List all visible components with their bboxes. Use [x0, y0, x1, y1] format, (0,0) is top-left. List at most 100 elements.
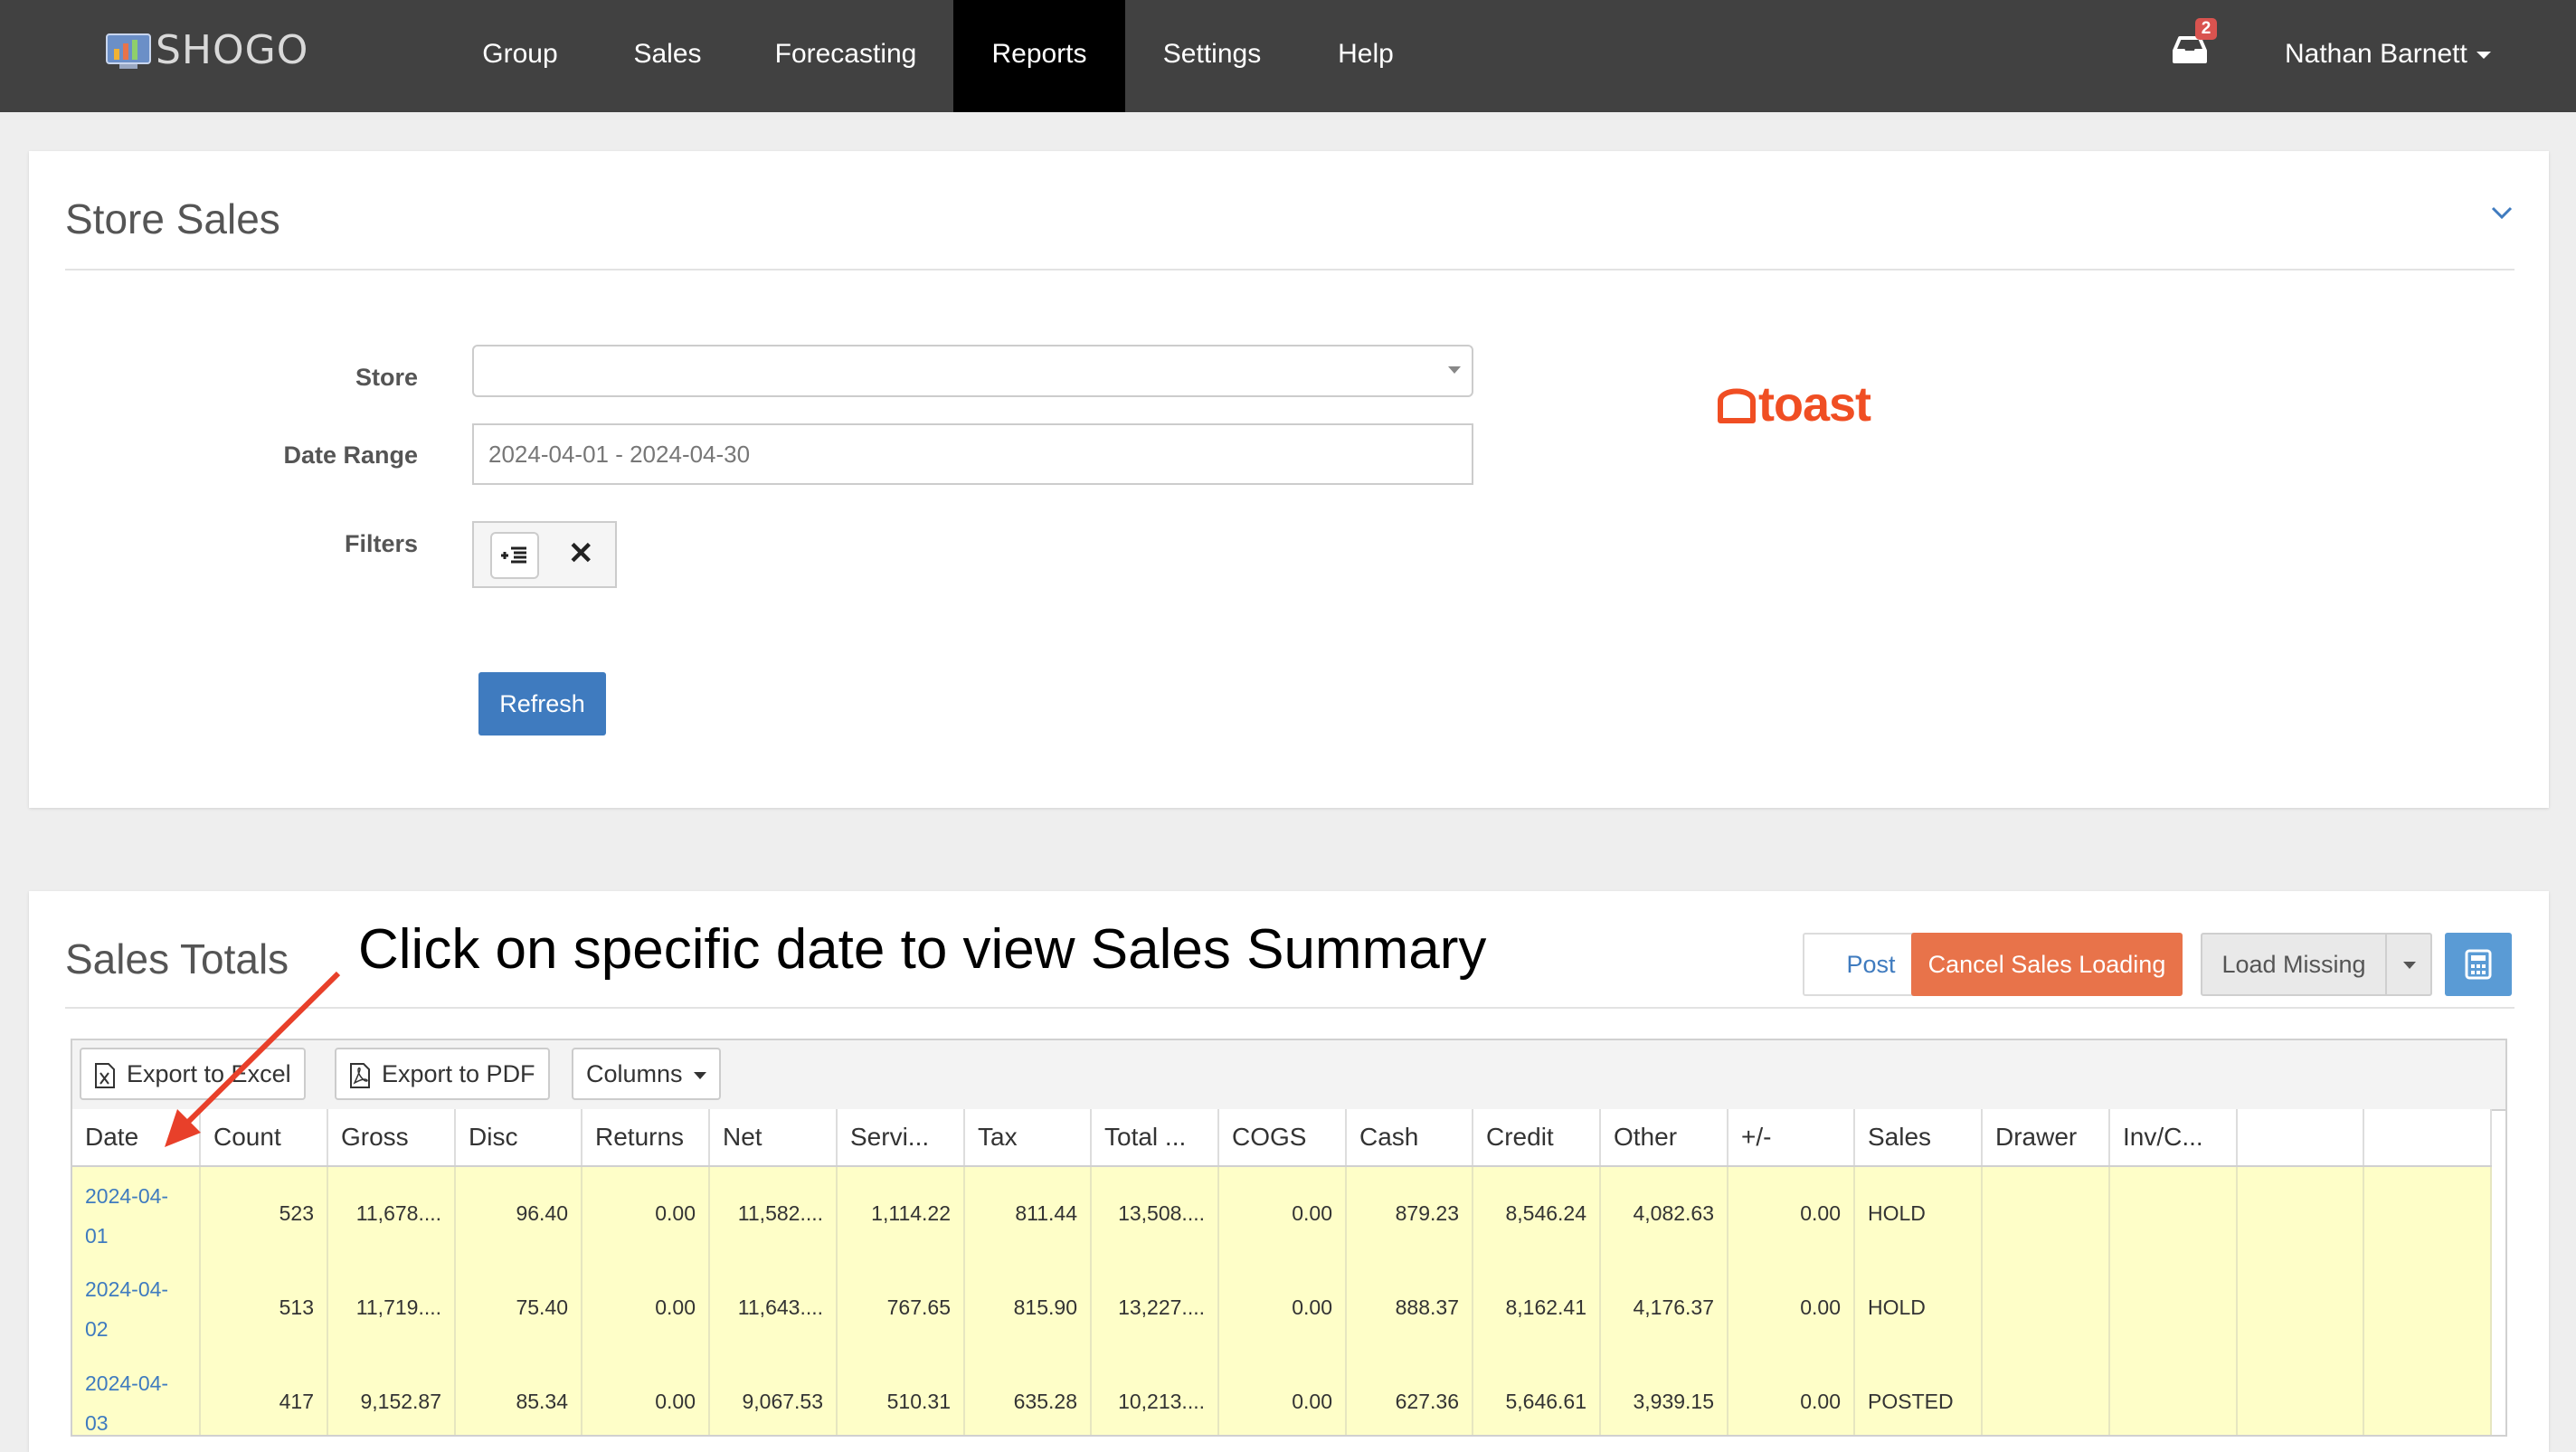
- table-cell: 1,114.22: [837, 1166, 964, 1260]
- calculator-button[interactable]: [2445, 933, 2512, 996]
- table-cell: 13,227....: [1091, 1260, 1218, 1354]
- export-excel-button[interactable]: Export to Excel: [80, 1048, 306, 1100]
- nav-group[interactable]: Group: [461, 0, 579, 112]
- divider: [65, 269, 2514, 270]
- table-cell: 5,646.61: [1473, 1354, 1600, 1437]
- table-cell: 888.37: [1346, 1260, 1473, 1354]
- toast-logo: toast: [1715, 376, 1870, 432]
- column-header-total[interactable]: Total ...: [1091, 1109, 1218, 1166]
- column-header-tax[interactable]: Tax: [964, 1109, 1091, 1166]
- table-cell: 0.00: [1728, 1166, 1854, 1260]
- notification-badge: 2: [2195, 18, 2217, 40]
- nav-reports[interactable]: Reports: [953, 0, 1125, 112]
- user-menu[interactable]: Nathan Barnett: [2285, 0, 2491, 112]
- clear-filter-icon[interactable]: ✕: [568, 536, 594, 572]
- table-cell: 811.44: [964, 1166, 1091, 1260]
- top-navbar: SHOGO Group Sales Forecasting Reports Se…: [0, 0, 2576, 112]
- table-cell: 0.00: [582, 1166, 709, 1260]
- column-header-extra-1[interactable]: [2237, 1109, 2363, 1166]
- table-row: 2024-04-0251311,719....75.400.0011,643..…: [72, 1260, 2491, 1354]
- table-cell: 9,067.53: [709, 1354, 837, 1437]
- column-header-service[interactable]: Servi...: [837, 1109, 964, 1166]
- brand-logo[interactable]: SHOGO: [105, 27, 308, 73]
- table-cell: [2363, 1354, 2491, 1437]
- sales-status-cell: HOLD: [1854, 1260, 1982, 1354]
- column-header-sales[interactable]: Sales: [1854, 1109, 1982, 1166]
- date-link[interactable]: 2024-04-02: [72, 1260, 200, 1354]
- table-cell: [2109, 1260, 2237, 1354]
- export-pdf-label: Export to PDF: [382, 1060, 535, 1087]
- sales-grid: Export to Excel Export to PDF Columns Da…: [71, 1039, 2507, 1437]
- column-header-date[interactable]: Date: [72, 1109, 200, 1166]
- date-link[interactable]: 2024-04-01: [72, 1166, 200, 1260]
- export-pdf-button[interactable]: Export to PDF: [335, 1048, 550, 1100]
- columns-label: Columns: [586, 1060, 683, 1087]
- pdf-file-icon: [349, 1062, 371, 1089]
- sales-status-cell: POSTED: [1854, 1354, 1982, 1437]
- add-filter-icon: [492, 534, 537, 577]
- filters-box: ✕: [472, 521, 617, 588]
- excel-file-icon: [94, 1062, 116, 1089]
- column-header-gross[interactable]: Gross: [327, 1109, 455, 1166]
- table-cell: 417: [200, 1354, 327, 1437]
- filters-label: Filters: [147, 530, 418, 558]
- column-header-returns[interactable]: Returns: [582, 1109, 709, 1166]
- refresh-button[interactable]: Refresh: [478, 672, 606, 735]
- cancel-sales-loading-button[interactable]: Cancel Sales Loading: [1911, 933, 2183, 996]
- column-header-plus-minus[interactable]: +/-: [1728, 1109, 1854, 1166]
- table-cell: 3,939.15: [1600, 1354, 1728, 1437]
- table-cell: 11,582....: [709, 1166, 837, 1260]
- nav-forecasting[interactable]: Forecasting: [760, 0, 932, 112]
- caret-down-icon: [694, 1072, 706, 1079]
- table-cell: [1982, 1354, 2109, 1437]
- load-missing-dropdown[interactable]: [2385, 933, 2432, 996]
- column-header-credit[interactable]: Credit: [1473, 1109, 1600, 1166]
- column-header-net[interactable]: Net: [709, 1109, 837, 1166]
- column-header-extra-2[interactable]: [2363, 1109, 2491, 1166]
- toast-wordmark: toast: [1758, 376, 1870, 432]
- table-cell: [1982, 1260, 2109, 1354]
- table-cell: 11,643....: [709, 1260, 837, 1354]
- table-cell: 8,162.41: [1473, 1260, 1600, 1354]
- column-header-cash[interactable]: Cash: [1346, 1109, 1473, 1166]
- table-cell: 627.36: [1346, 1354, 1473, 1437]
- column-header-other[interactable]: Other: [1600, 1109, 1728, 1166]
- column-header-disc[interactable]: Disc: [455, 1109, 582, 1166]
- load-missing-button[interactable]: Load Missing: [2201, 933, 2387, 996]
- table-cell: 0.00: [1218, 1166, 1346, 1260]
- table-cell: 4,176.37: [1600, 1260, 1728, 1354]
- user-name: Nathan Barnett: [2285, 39, 2467, 69]
- table-cell: 0.00: [582, 1354, 709, 1437]
- table-cell: 513: [200, 1260, 327, 1354]
- column-header-drawer[interactable]: Drawer: [1982, 1109, 2109, 1166]
- table-cell: [2237, 1166, 2363, 1260]
- table-cell: [2109, 1166, 2237, 1260]
- brand-name: SHOGO: [156, 27, 308, 73]
- table-cell: [2237, 1260, 2363, 1354]
- date-link[interactable]: 2024-04-03: [72, 1354, 200, 1437]
- table-cell: 767.65: [837, 1260, 964, 1354]
- annotation-text: Click on specific date to view Sales Sum…: [358, 917, 1486, 982]
- table-cell: 510.31: [837, 1354, 964, 1437]
- store-select[interactable]: [472, 345, 1473, 397]
- panel-title: Store Sales: [65, 195, 280, 243]
- add-filter-button[interactable]: [490, 532, 539, 579]
- column-header-cogs[interactable]: COGS: [1218, 1109, 1346, 1166]
- table-cell: 0.00: [1728, 1354, 1854, 1437]
- table-cell: 11,719....: [327, 1260, 455, 1354]
- nav-help[interactable]: Help: [1321, 0, 1411, 112]
- grid-toolbar: Export to Excel Export to PDF Columns: [72, 1040, 2505, 1111]
- columns-button[interactable]: Columns: [572, 1048, 721, 1100]
- table-cell: [2109, 1354, 2237, 1437]
- date-range-input[interactable]: 2024-04-01 - 2024-04-30: [472, 423, 1473, 485]
- chevron-down-icon[interactable]: [2491, 205, 2513, 220]
- nav-settings[interactable]: Settings: [1149, 0, 1275, 112]
- table-cell: [2237, 1354, 2363, 1437]
- nav-sales[interactable]: Sales: [615, 0, 720, 112]
- table-cell: [2363, 1260, 2491, 1354]
- table-cell: 10,213....: [1091, 1354, 1218, 1437]
- table-cell: 9,152.87: [327, 1354, 455, 1437]
- column-header-count[interactable]: Count: [200, 1109, 327, 1166]
- table-cell: 635.28: [964, 1354, 1091, 1437]
- column-header-inv[interactable]: Inv/C...: [2109, 1109, 2237, 1166]
